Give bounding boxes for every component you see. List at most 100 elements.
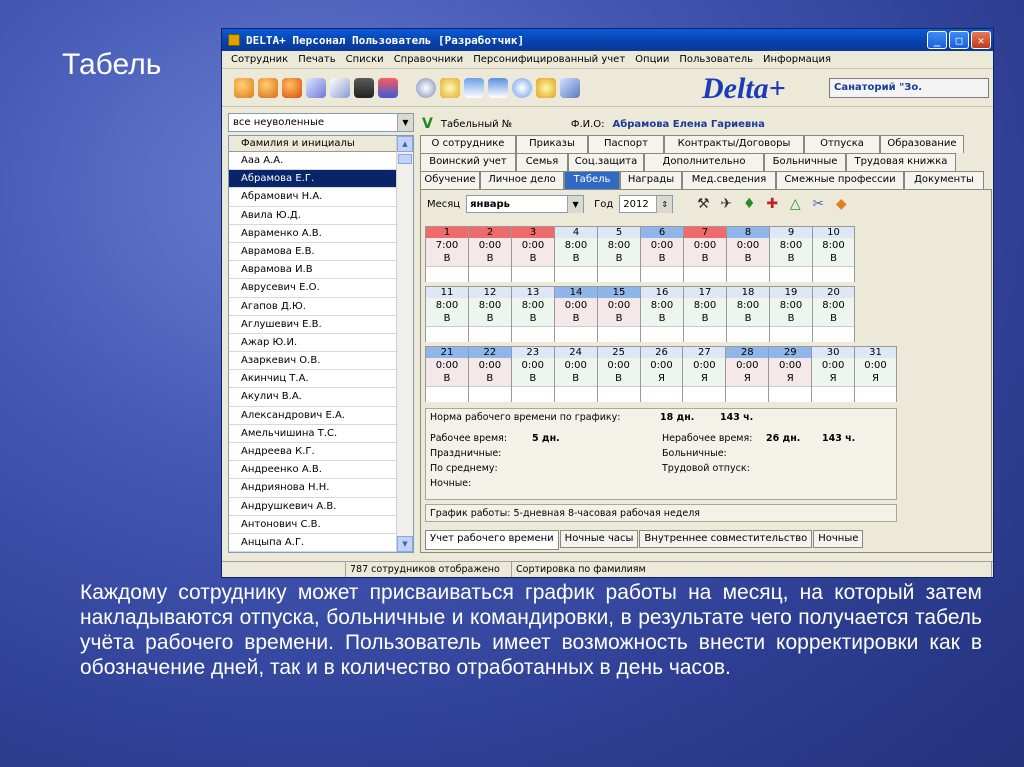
day-body[interactable]: 0:00 В (468, 358, 511, 386)
tab-timesheet[interactable]: Табель (564, 171, 620, 189)
scroll-down-icon[interactable]: ▼ (397, 536, 413, 552)
tab-orders[interactable]: Приказы (516, 135, 588, 153)
tab-vacations[interactable]: Отпуска (804, 135, 880, 153)
airplane-icon[interactable]: ✈ (718, 196, 734, 212)
day-extra[interactable] (469, 326, 511, 342)
spin-icon[interactable]: ⇕ (656, 195, 673, 213)
menu-item-employee[interactable]: Сотрудник (226, 54, 293, 65)
day-body[interactable]: 8:00 В (684, 298, 726, 326)
employee-filter-select[interactable]: все неуволенные ▼ (228, 113, 414, 132)
day-body[interactable]: 7:00 В (426, 238, 468, 266)
day-cell[interactable]: 7 0:00 В (683, 226, 726, 282)
day-body[interactable]: 0:00 В (512, 238, 554, 266)
day-cell[interactable]: 30 0:00 Я (811, 346, 855, 402)
day-extra[interactable] (769, 386, 812, 402)
tab-passport[interactable]: Паспорт (588, 135, 664, 153)
employee-row[interactable]: Андреева К.Г. (229, 443, 397, 462)
add-employee-icon[interactable] (234, 77, 254, 98)
notes-icon[interactable] (330, 77, 350, 98)
tab-social[interactable]: Соц.защита (568, 153, 644, 171)
day-extra[interactable] (641, 326, 683, 342)
day-cell[interactable]: 2 0:00 В (468, 226, 511, 282)
menu-item-print[interactable]: Печать (293, 54, 340, 65)
day-body[interactable]: 0:00 Я (855, 358, 896, 386)
day-body[interactable]: 0:00 В (554, 358, 597, 386)
tab-night[interactable]: Ночные (813, 530, 864, 548)
day-cell[interactable]: 21 0:00 В (425, 346, 468, 402)
tab-awards[interactable]: Награды (620, 171, 682, 189)
menu-item-lists[interactable]: Списки (341, 54, 389, 65)
day-body[interactable]: 0:00 В (597, 358, 640, 386)
day-cell[interactable]: 22 0:00 В (467, 346, 511, 402)
day-cell[interactable]: 23 0:00 В (510, 346, 554, 402)
triangle-icon[interactable]: △ (787, 196, 803, 212)
day-cell[interactable]: 1 7:00 В (425, 226, 468, 282)
employee-row[interactable]: Акулич В.А. (229, 388, 397, 407)
menu-item-personified[interactable]: Персонифицированный учет (468, 54, 630, 65)
day-body[interactable]: 8:00 В (469, 298, 511, 326)
day-cell[interactable]: 28 0:00 Я (725, 346, 769, 402)
day-cell[interactable]: 4 8:00 В (554, 226, 597, 282)
day-cell[interactable]: 10 8:00 В (812, 226, 855, 282)
tab-additional[interactable]: Дополнительно (644, 153, 764, 171)
day-body[interactable]: 0:00 В (511, 358, 554, 386)
tab-education[interactable]: Образование (880, 135, 964, 153)
tools-icon[interactable]: ⚒ (695, 196, 711, 212)
employee-row[interactable]: Александрович Е.А. (229, 407, 397, 425)
day-extra[interactable] (426, 326, 468, 342)
day-body[interactable]: 8:00 В (770, 238, 812, 266)
day-extra[interactable] (512, 266, 554, 282)
day-body[interactable]: 8:00 В (426, 298, 468, 326)
employee-row[interactable]: Абрамович Н.А. (229, 188, 397, 207)
employee-list-scrollbar[interactable]: ▲ ▼ (396, 136, 413, 552)
chevron-down-icon[interactable]: ▼ (567, 195, 584, 213)
day-cell[interactable]: 6 0:00 В (640, 226, 683, 282)
day-cell[interactable]: 27 0:00 Я (682, 346, 726, 402)
tab-about[interactable]: О сотруднике (420, 135, 516, 153)
day-extra[interactable] (684, 266, 726, 282)
day-body[interactable]: 8:00 В (641, 298, 683, 326)
tab-medical[interactable]: Мед.сведения (682, 171, 776, 189)
day-body[interactable]: 8:00 В (512, 298, 554, 326)
day-extra[interactable] (469, 266, 511, 282)
menu-item-references[interactable]: Справочники (389, 54, 469, 65)
day-extra[interactable] (555, 326, 597, 342)
scroll-thumb[interactable] (398, 154, 412, 164)
day-extra[interactable] (511, 386, 554, 402)
day-cell[interactable]: 29 0:00 Я (768, 346, 812, 402)
day-body[interactable]: 0:00 Я (726, 358, 769, 386)
first-aid-icon[interactable]: ✚ (764, 196, 780, 212)
day-extra[interactable] (555, 266, 597, 282)
employee-row[interactable]: Ааа А.А. (229, 152, 397, 171)
name-column-header[interactable]: Фамилия и инициалы (229, 136, 397, 152)
day-extra[interactable] (598, 266, 640, 282)
day-extra[interactable] (727, 326, 769, 342)
day-extra[interactable] (426, 266, 468, 282)
edit-icon[interactable] (306, 77, 326, 98)
menu-item-options[interactable]: Опции (630, 54, 674, 65)
structure-icon[interactable] (378, 77, 398, 98)
day-body[interactable]: 8:00 В (727, 298, 769, 326)
employee-row[interactable]: Андрушкевич А.В. (229, 498, 397, 516)
day-body[interactable]: 0:00 В (555, 298, 597, 326)
day-cell[interactable]: 12 8:00 В (468, 286, 511, 342)
employee-row[interactable]: Амельчишина Т.С. (229, 425, 397, 443)
phone-icon[interactable] (560, 77, 580, 98)
tab-contracts[interactable]: Контракты/Договоры (664, 135, 804, 153)
day-extra[interactable] (770, 266, 812, 282)
clock-icon[interactable] (440, 77, 460, 98)
day-extra[interactable] (812, 386, 855, 402)
day-cell[interactable]: 20 8:00 В (812, 286, 855, 342)
close-button[interactable]: ✕ (971, 31, 991, 49)
employee-row[interactable]: Ажар Ю.И. (229, 334, 397, 353)
day-extra[interactable] (468, 386, 511, 402)
employee-row[interactable]: Антонович С.В. (229, 516, 397, 534)
day-cell[interactable]: 19 8:00 В (769, 286, 812, 342)
day-cell[interactable]: 13 8:00 В (511, 286, 554, 342)
day-cell[interactable]: 3 0:00 В (511, 226, 554, 282)
minimize-button[interactable]: _ (927, 31, 947, 49)
employee-row[interactable]: Аглушевич Е.В. (229, 316, 397, 334)
cube-icon[interactable]: ◆ (833, 196, 849, 212)
day-extra[interactable] (726, 386, 769, 402)
day-body[interactable]: 0:00 В (426, 358, 468, 386)
